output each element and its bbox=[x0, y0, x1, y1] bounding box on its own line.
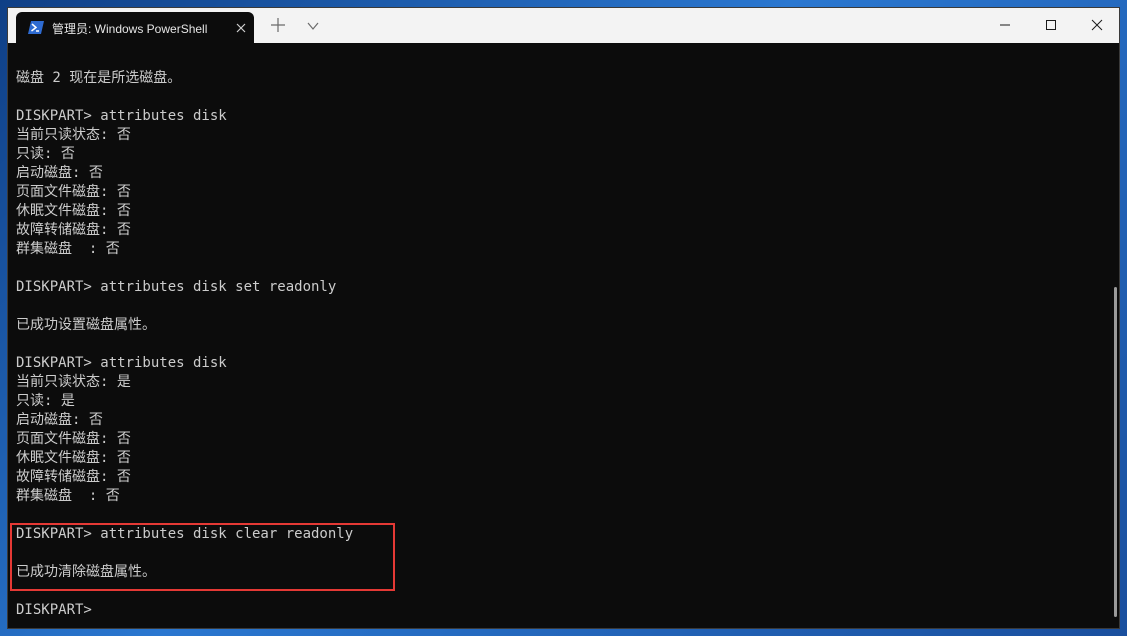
terminal-line: 故障转储磁盘: 否 bbox=[16, 469, 131, 485]
terminal-line: 只读: 否 bbox=[16, 146, 75, 162]
terminal-output[interactable]: 磁盘 2 现在是所选磁盘。 DISKPART> attributes disk 当前… bbox=[8, 43, 1112, 628]
tab-powershell[interactable]: 管理员: Windows PowerShell bbox=[16, 12, 254, 43]
terminal-line: 启动磁盘: 否 bbox=[16, 412, 103, 428]
close-button[interactable] bbox=[1074, 8, 1120, 43]
new-tab-icon[interactable] bbox=[270, 17, 286, 33]
terminal-line: 当前只读状态: 否 bbox=[16, 127, 131, 143]
terminal-line: 已成功设置磁盘属性。 bbox=[16, 317, 156, 333]
terminal-line: 只读: 是 bbox=[16, 393, 75, 409]
terminal-line: DISKPART> bbox=[16, 602, 92, 618]
close-icon bbox=[1091, 19, 1103, 31]
minimize-icon bbox=[1000, 24, 1010, 26]
powershell-icon bbox=[28, 20, 44, 35]
terminal-line: DISKPART> attributes disk bbox=[16, 108, 227, 124]
chevron-down-icon[interactable] bbox=[306, 18, 320, 32]
scrollbar-thumb[interactable] bbox=[1114, 287, 1117, 617]
terminal-line: 群集磁盘 : 否 bbox=[16, 241, 120, 257]
title-bar: 管理员: Windows PowerShell bbox=[8, 8, 1119, 43]
terminal-line: 休眠文件磁盘: 否 bbox=[16, 203, 131, 219]
terminal-line: 启动磁盘: 否 bbox=[16, 165, 103, 181]
terminal-line: 页面文件磁盘: 否 bbox=[16, 184, 131, 200]
terminal-line: DISKPART> attributes disk set readonly bbox=[16, 279, 337, 295]
maximize-button[interactable] bbox=[1028, 8, 1074, 43]
terminal-line: 故障转储磁盘: 否 bbox=[16, 222, 131, 238]
vertical-scrollbar[interactable] bbox=[1112, 43, 1119, 628]
terminal-line: 群集磁盘 : 否 bbox=[16, 488, 120, 504]
terminal-line: 休眠文件磁盘: 否 bbox=[16, 450, 131, 466]
highlight-box bbox=[10, 523, 395, 591]
terminal-line: DISKPART> attributes disk bbox=[16, 355, 227, 371]
minimize-button[interactable] bbox=[982, 8, 1028, 43]
terminal-window: 管理员: Windows PowerShell 磁盘 2 现在是所选磁盘。 DI… bbox=[7, 7, 1120, 629]
tab-close-icon[interactable] bbox=[234, 20, 248, 34]
desktop-background: 管理员: Windows PowerShell 磁盘 2 现在是所选磁盘。 DI… bbox=[0, 0, 1127, 636]
terminal-line: 磁盘 2 现在是所选磁盘。 bbox=[16, 70, 182, 86]
tab-title: 管理员: Windows PowerShell bbox=[52, 22, 208, 36]
maximize-icon bbox=[1046, 20, 1056, 30]
terminal-line: 页面文件磁盘: 否 bbox=[16, 431, 131, 447]
terminal-line: 当前只读状态: 是 bbox=[16, 374, 131, 390]
